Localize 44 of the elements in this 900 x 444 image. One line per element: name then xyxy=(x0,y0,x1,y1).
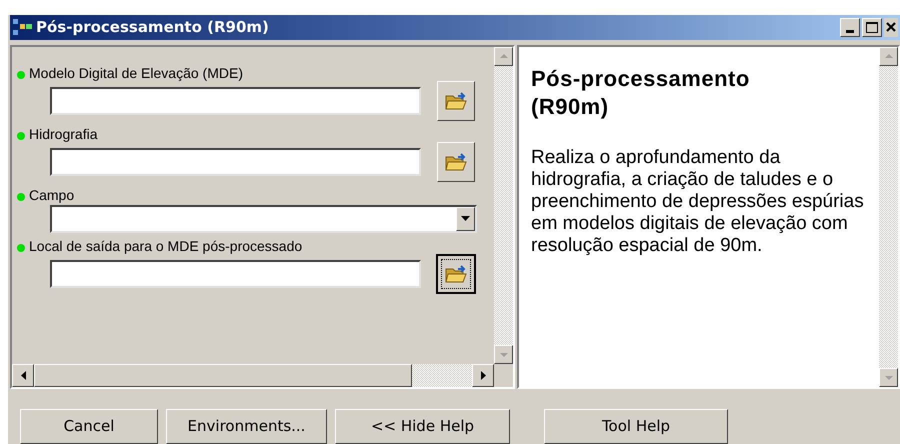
input-field[interactable] xyxy=(50,86,421,115)
parameter-label: Campo xyxy=(29,186,74,205)
folder-icon xyxy=(445,152,467,172)
scroll-down-button[interactable] xyxy=(879,368,898,387)
help-title: Pós-processamento (R90m) xyxy=(531,64,751,121)
browse-button[interactable] xyxy=(436,254,476,294)
help-scrollbar[interactable] xyxy=(879,46,898,387)
folder-icon xyxy=(445,90,467,111)
dialog-button[interactable]: Environments... xyxy=(166,409,327,444)
scroll-right-button[interactable] xyxy=(472,364,494,387)
dialog-button[interactable]: Tool Help xyxy=(544,409,728,444)
vertical-scrollbar[interactable] xyxy=(494,46,513,364)
down-arrow-icon xyxy=(884,376,892,380)
scroll-left-button[interactable] xyxy=(12,364,34,387)
minimize-icon xyxy=(846,30,854,33)
left-arrow-icon xyxy=(20,371,26,380)
dropdown-button[interactable] xyxy=(456,206,475,231)
horizontal-scrollbar[interactable] xyxy=(12,364,494,387)
dropdown-field[interactable] xyxy=(50,204,477,233)
folder-icon xyxy=(445,264,467,284)
parameter-label: Modelo Digital de Elevação (MDE) xyxy=(29,64,243,83)
input-field[interactable] xyxy=(50,148,421,176)
app-icon xyxy=(12,18,34,36)
window-title: Pós-processamento (R90m) xyxy=(36,17,269,38)
down-arrow-icon xyxy=(500,352,508,356)
parameter-label: Local de saída para o MDE pós-processado xyxy=(29,236,302,256)
up-arrow-icon xyxy=(884,54,892,58)
maximize-button[interactable] xyxy=(862,18,882,37)
dialog-button[interactable]: << Hide Help xyxy=(335,409,510,444)
up-arrow-icon xyxy=(500,54,508,58)
scroll-down-button[interactable] xyxy=(494,345,513,364)
maximize-icon xyxy=(866,22,878,33)
scroll-thumb[interactable] xyxy=(34,364,412,387)
right-arrow-icon xyxy=(480,371,486,380)
minimize-button[interactable] xyxy=(840,18,860,37)
close-icon xyxy=(886,22,896,32)
dialog-button[interactable]: Cancel xyxy=(20,409,158,444)
scroll-up-button[interactable] xyxy=(879,46,898,66)
parameter-label: Hidrografia xyxy=(29,124,98,144)
caret-icon xyxy=(461,216,470,222)
scroll-up-button[interactable] xyxy=(494,46,513,66)
close-button[interactable] xyxy=(884,18,898,37)
input-field[interactable] xyxy=(50,260,421,288)
help-text: Realiza o aprofundamento da hidrografia, a criação de taludes e o preenchimento de depressões espúrias em modelos digitais de elevação com resolução espacial de 90m. xyxy=(531,146,865,257)
